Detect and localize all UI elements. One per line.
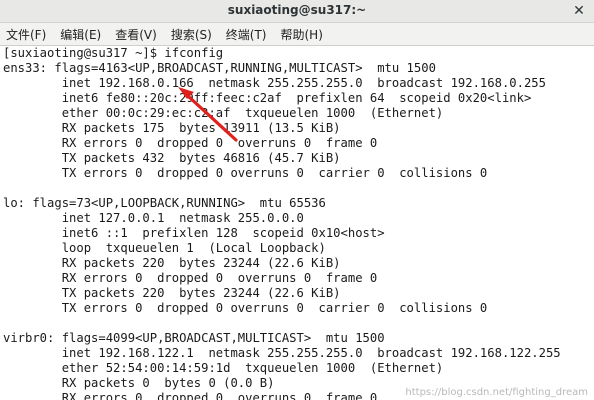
terminal-line: [suxiaoting@su317 ~]$ ifconfig [3,46,224,60]
terminal-line: ens33: flags=4163<UP,BROADCAST,RUNNING,M… [3,61,436,75]
menu-view[interactable]: 查看(V) [115,26,157,43]
terminal-line: inet 192.168.122.1 netmask 255.255.255.0… [3,346,561,360]
terminal-line: ether 00:0c:29:ec:c2:af txqueuelen 1000 … [3,106,444,120]
terminal-line: ether 52:54:00:14:59:1d txqueuelen 1000 … [3,361,444,375]
terminal-line: RX errors 0 dropped 0 overruns 0 frame 0 [3,391,378,400]
terminal-line: inet6 fe80::20c:29ff:feec:c2af prefixlen… [3,91,532,105]
menu-help[interactable]: 帮助(H) [281,26,323,43]
window-title: suxiaoting@su317:~ [227,3,367,17]
terminal-line: virbr0: flags=4099<UP,BROADCAST,MULTICAS… [3,331,385,345]
menu-edit[interactable]: 编辑(E) [60,26,101,43]
menu-terminal[interactable]: 终端(T) [226,26,267,43]
terminal-line: TX packets 432 bytes 46816 (45.7 KiB) [3,151,341,165]
terminal-line: RX errors 0 dropped 0 overruns 0 frame 0 [3,136,378,150]
terminal-output[interactable]: [suxiaoting@su317 ~]$ ifconfig ens33: fl… [0,46,594,400]
watermark: https://blog.csdn.net/fighting_dream [405,387,588,398]
menubar: 文件(F) 编辑(E) 查看(V) 搜索(S) 终端(T) 帮助(H) [0,23,594,46]
close-icon[interactable]: ✕ [570,2,588,20]
terminal-line: TX errors 0 dropped 0 overruns 0 carrier… [3,301,488,315]
menu-file[interactable]: 文件(F) [6,26,46,43]
terminal-line: inet 192.168.0.166 netmask 255.255.255.0… [3,76,546,90]
terminal-line: RX packets 220 bytes 23244 (22.6 KiB) [3,256,341,270]
window-titlebar[interactable]: suxiaoting@su317:~ ✕ [0,0,594,23]
terminal-line: TX errors 0 dropped 0 overruns 0 carrier… [3,166,488,180]
terminal-line: RX packets 175 bytes 13911 (13.5 KiB) [3,121,341,135]
terminal-line: RX errors 0 dropped 0 overruns 0 frame 0 [3,271,378,285]
terminal-line: RX packets 0 bytes 0 (0.0 B) [3,376,275,390]
terminal-line: TX packets 220 bytes 23244 (22.6 KiB) [3,286,341,300]
terminal-line: inet 127.0.0.1 netmask 255.0.0.0 [3,211,304,225]
terminal-line: loop txqueuelen 1 (Local Loopback) [3,241,326,255]
terminal-line: inet6 ::1 prefixlen 128 scopeid 0x10<hos… [3,226,385,240]
terminal-line: lo: flags=73<UP,LOOPBACK,RUNNING> mtu 65… [3,196,326,210]
menu-search[interactable]: 搜索(S) [171,26,212,43]
